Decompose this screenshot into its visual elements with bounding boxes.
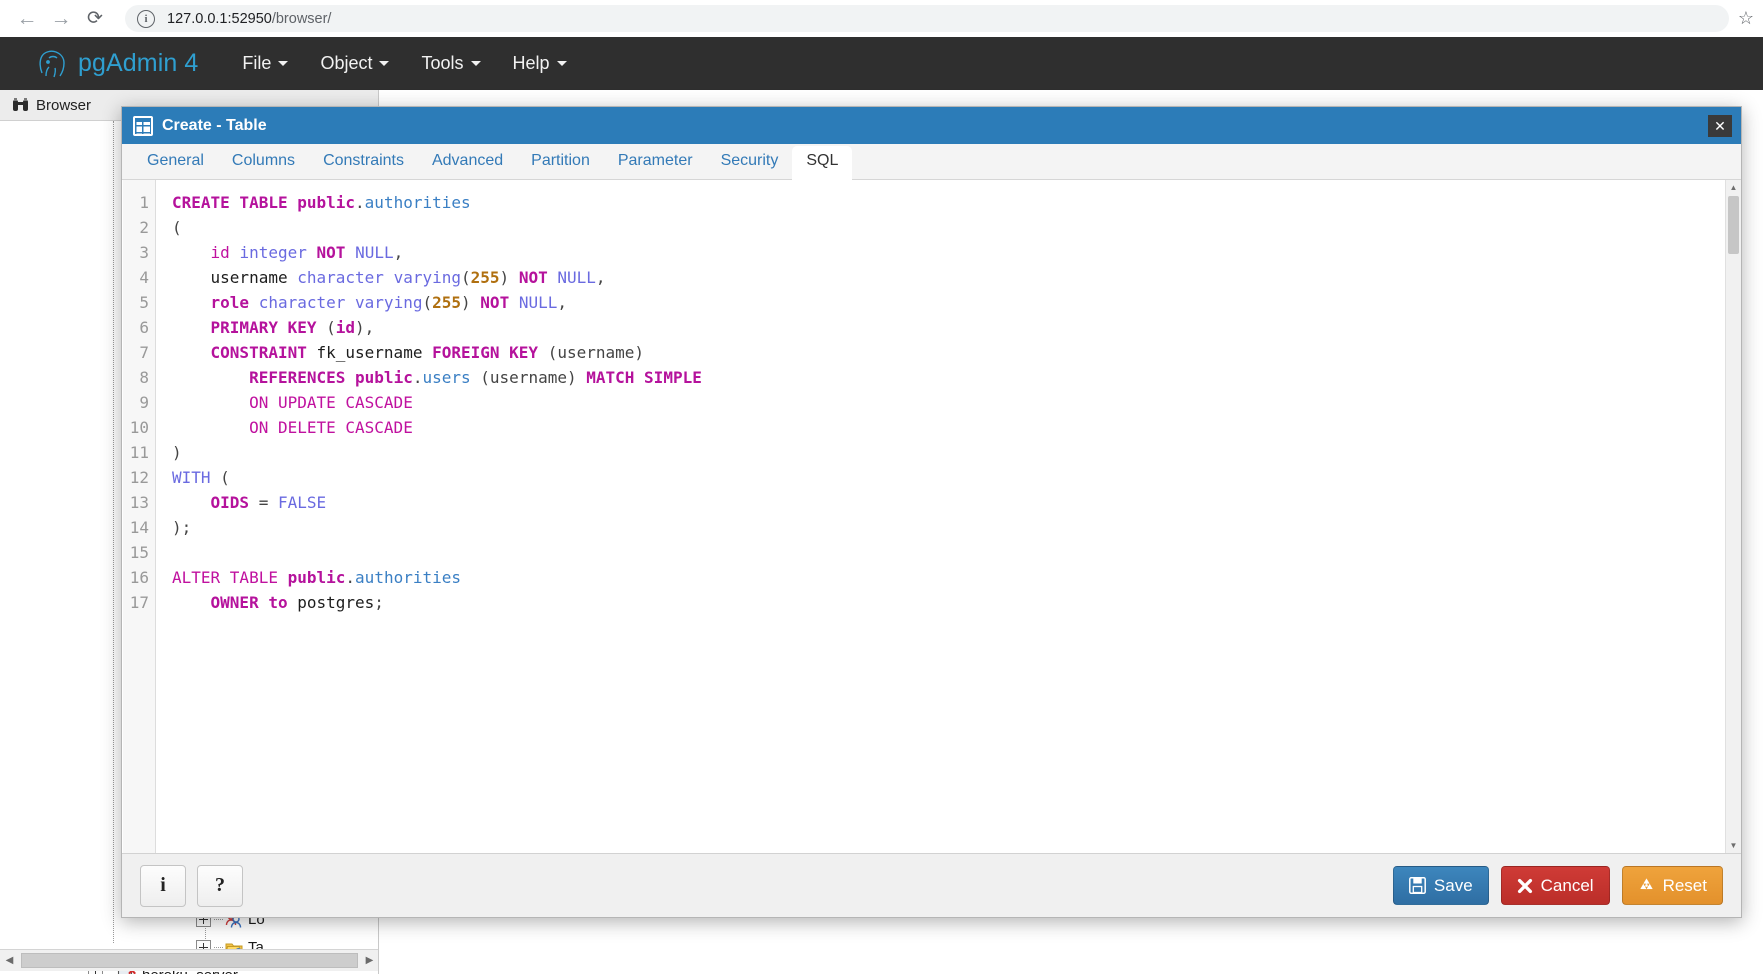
menu-file-label: File (242, 53, 272, 73)
tree-guide-line (113, 121, 114, 943)
back-icon[interactable]: ← (10, 2, 44, 36)
tree-connector (214, 919, 223, 920)
table-icon (133, 115, 153, 136)
question-icon: ? (215, 874, 225, 896)
help-button[interactable]: ? (197, 864, 243, 907)
reset-label: Reset (1662, 875, 1707, 895)
recycle-icon (1638, 877, 1655, 894)
menu-tools-label: Tools (421, 53, 464, 73)
binoculars-icon (12, 97, 29, 113)
dialog-footer: i ? Save Cancel Reset (122, 853, 1741, 917)
triangle-down-icon[interactable]: ▼ (1726, 838, 1741, 853)
triangle-left-icon[interactable]: ◀ (0, 955, 19, 966)
x-icon (1517, 878, 1533, 894)
tree-connector (214, 947, 223, 948)
cancel-label: Cancel (1540, 875, 1594, 895)
tab-advanced[interactable]: Advanced (418, 146, 517, 179)
dialog-action-buttons: Save Cancel Reset (1381, 866, 1723, 905)
triangle-up-icon[interactable]: ▲ (1726, 180, 1741, 195)
chevron-down-icon (556, 61, 567, 66)
tab-browser[interactable]: Browser (0, 97, 103, 114)
dialog-tabbar: General Columns Constraints Advanced Par… (122, 144, 1741, 180)
tab-partition[interactable]: Partition (517, 146, 604, 179)
dialog-titlebar: Create - Table ✕ (122, 107, 1741, 144)
star-icon[interactable]: ☆ (1729, 2, 1763, 36)
app-brand: pgAdmin 4 (78, 49, 199, 77)
info-circle-icon[interactable]: i (137, 9, 155, 28)
reset-button[interactable]: Reset (1621, 866, 1723, 905)
tab-constraints[interactable]: Constraints (309, 146, 418, 179)
info-button[interactable]: i (140, 864, 186, 907)
menu-help-label: Help (512, 53, 550, 73)
close-icon[interactable]: ✕ (1708, 114, 1732, 137)
tab-parameter[interactable]: Parameter (604, 146, 707, 179)
line-number-gutter: 1 2 3 4 5 6 7 8 9 10 11 12 13 14 15 16 1… (123, 180, 156, 853)
address-bar[interactable]: i 127.0.0.1:52950/browser/ (125, 5, 1729, 32)
forward-icon[interactable]: → (44, 2, 78, 36)
screenshot-root: ← → ⟳ i 127.0.0.1:52950/browser/ ☆ pgAdm… (0, 0, 1763, 974)
chevron-down-icon (278, 61, 289, 66)
cancel-button[interactable]: Cancel (1500, 866, 1610, 905)
save-label: Save (1433, 875, 1473, 895)
tab-sql[interactable]: SQL (792, 146, 853, 180)
sql-code[interactable]: CREATE TABLE public.authorities ( id int… (156, 180, 1725, 853)
tab-columns[interactable]: Columns (218, 146, 309, 179)
menu-tools[interactable]: Tools (405, 45, 496, 82)
reload-icon[interactable]: ⟳ (78, 2, 112, 36)
tree-horizontal-scrollbar[interactable]: ◀ ▶ (0, 949, 378, 971)
url-text: 127.0.0.1:52950/browser/ (167, 11, 331, 27)
chevron-down-icon (470, 61, 481, 66)
tab-general[interactable]: General (133, 146, 218, 179)
menu-bar: File Object Tools Help (226, 45, 582, 82)
scrollbar-thumb[interactable] (21, 953, 358, 968)
menu-object-label: Object (320, 53, 373, 73)
app-header: pgAdmin 4 File Object Tools Help (0, 37, 1763, 90)
code-editor[interactable]: 1 2 3 4 5 6 7 8 9 10 11 12 13 14 15 16 1… (123, 180, 1725, 853)
info-icon: i (160, 874, 166, 896)
menu-object[interactable]: Object (304, 45, 405, 82)
url-path: /browser/ (271, 10, 332, 27)
tab-browser-label: Browser (36, 96, 92, 114)
scrollbar-thumb[interactable] (1728, 196, 1739, 254)
floppy-save-icon (1408, 877, 1426, 894)
menu-file[interactable]: File (226, 45, 304, 82)
dialog-title: Create - Table (162, 116, 267, 134)
tab-security[interactable]: Security (707, 146, 793, 179)
save-button[interactable]: Save (1392, 866, 1489, 905)
app-logo: pgAdmin 4 (36, 47, 198, 81)
chevron-down-icon (379, 61, 390, 66)
sql-vertical-scrollbar[interactable]: ▲ ▼ (1725, 180, 1741, 853)
create-table-dialog: Create - Table ✕ General Columns Constra… (121, 106, 1742, 918)
postgresql-elephant-icon (39, 50, 65, 77)
sql-preview-panel: 1 2 3 4 5 6 7 8 9 10 11 12 13 14 15 16 1… (122, 180, 1741, 853)
menu-help[interactable]: Help (497, 45, 583, 82)
browser-toolbar: ← → ⟳ i 127.0.0.1:52950/browser/ ☆ (0, 0, 1763, 37)
triangle-right-icon[interactable]: ▶ (360, 955, 378, 966)
url-host: 127.0.0.1:52950 (167, 10, 272, 27)
